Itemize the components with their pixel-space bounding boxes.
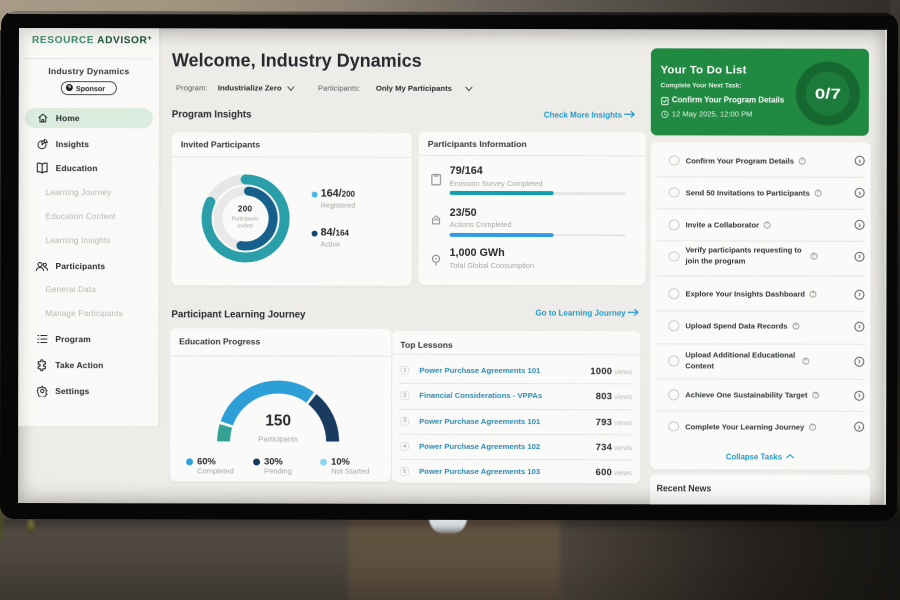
svg-text:0/7: 0/7 <box>815 86 841 102</box>
